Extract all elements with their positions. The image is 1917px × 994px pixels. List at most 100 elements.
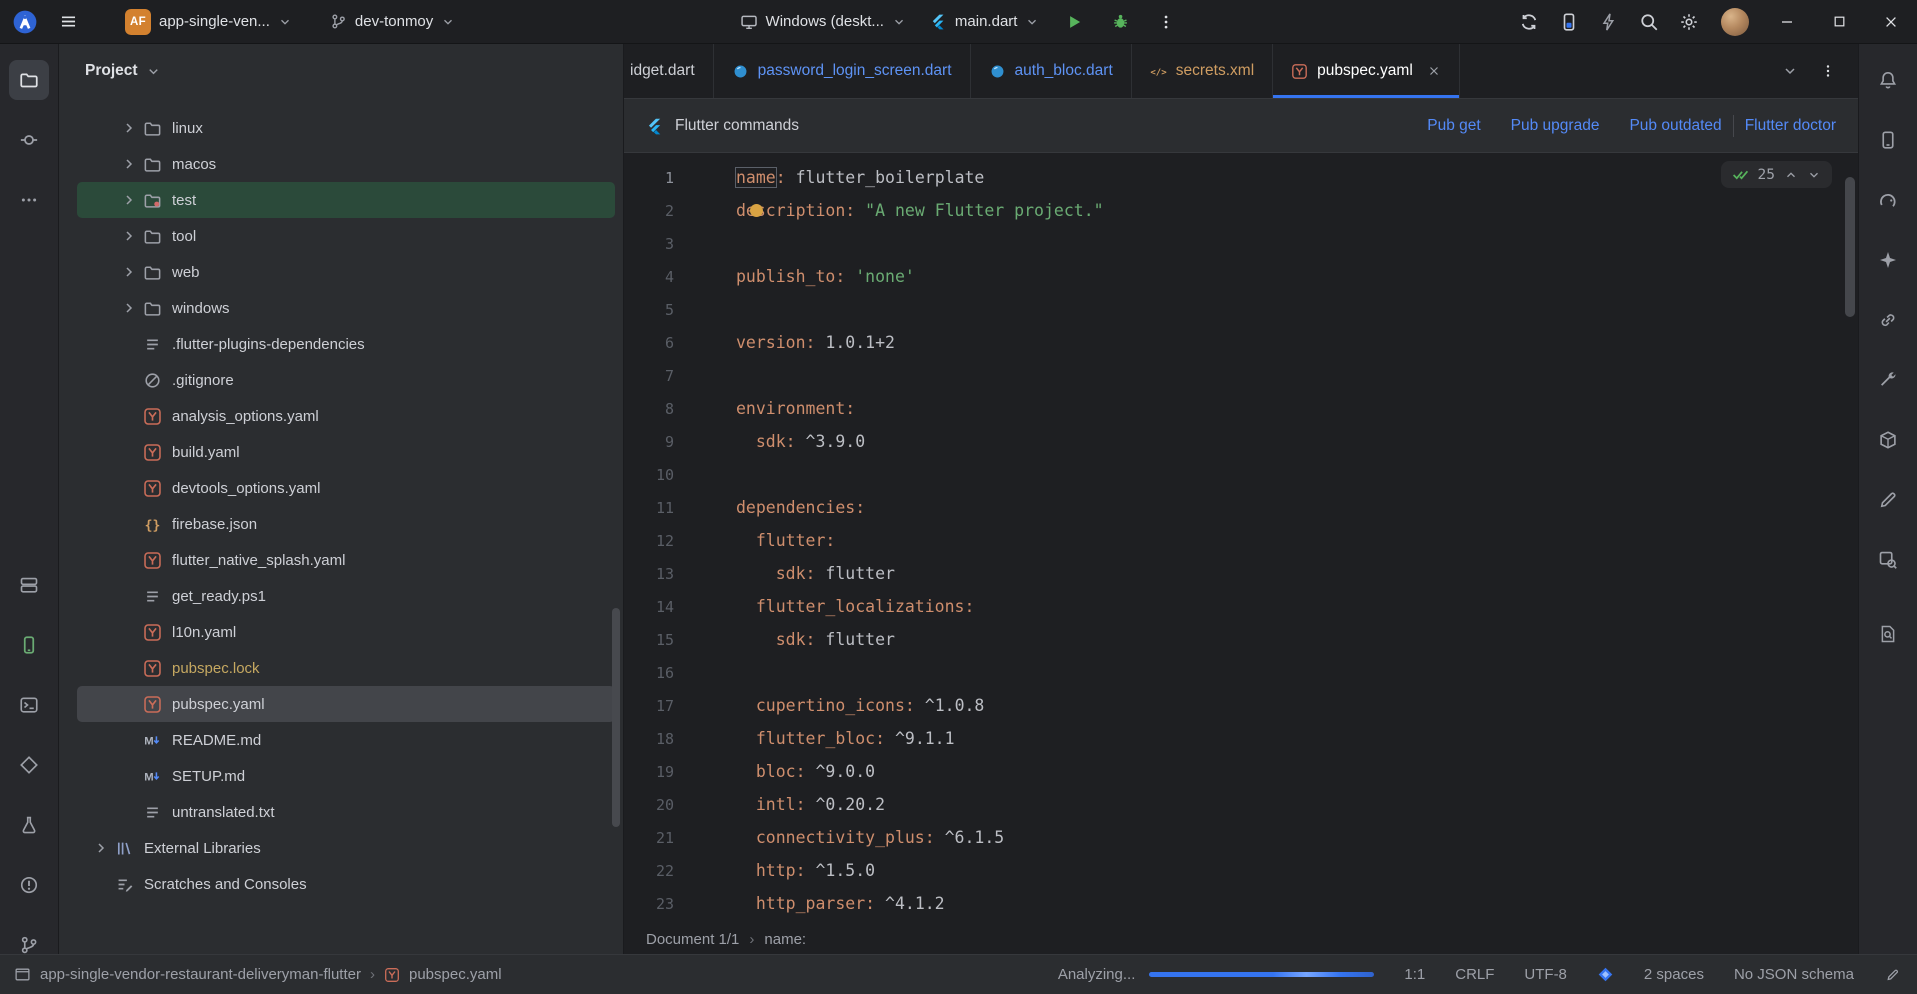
line-ending-widget[interactable]: CRLF — [1455, 966, 1494, 983]
tool-sdk-manager-button[interactable] — [1868, 420, 1908, 460]
banner-link-pub-outdated[interactable]: Pub outdated — [1629, 117, 1721, 135]
settings-button[interactable] — [1669, 2, 1709, 42]
tool-layout-inspector-button[interactable] — [1868, 540, 1908, 580]
project-name: app-single-ven... — [159, 13, 270, 30]
tree-item-devtools-options-yaml[interactable]: devtools_options.yaml — [77, 470, 615, 506]
maximize-button[interactable] — [1813, 0, 1865, 44]
tab-options-button[interactable] — [1820, 63, 1836, 79]
prev-problem-button[interactable] — [1784, 168, 1798, 182]
indent-widget[interactable]: 2 spaces — [1644, 966, 1704, 983]
tool-app-links-assistant-button[interactable] — [1868, 300, 1908, 340]
debug-button[interactable] — [1100, 2, 1140, 42]
tool-build-variants-button[interactable] — [1868, 360, 1908, 400]
tool-running-devices-button[interactable] — [9, 625, 49, 665]
chevron-right-icon[interactable] — [117, 190, 141, 210]
encoding-widget[interactable]: UTF-8 — [1524, 966, 1567, 983]
branch-selector[interactable]: dev-tonmoy — [321, 8, 464, 35]
chevron-right-icon[interactable] — [117, 118, 141, 138]
tool-problems-button[interactable] — [9, 865, 49, 905]
tool-gemini-button[interactable] — [1868, 240, 1908, 280]
tool-tests-button[interactable] — [9, 805, 49, 845]
device-mirror-button[interactable] — [1549, 2, 1589, 42]
code-editor[interactable]: 1name: flutter_boilerplate2description: … — [624, 153, 1858, 924]
status-project-crumb[interactable]: app-single-vendor-restaurant-deliveryman… — [40, 966, 361, 983]
tool-project-button[interactable] — [9, 60, 49, 100]
code-lines: 1name: flutter_boilerplate2description: … — [624, 161, 1858, 920]
breadcrumb-document[interactable]: Document 1/1 — [646, 931, 739, 948]
search-everywhere-button[interactable] — [1629, 2, 1669, 42]
run-config-selector[interactable]: main.dart — [921, 8, 1049, 35]
user-avatar[interactable] — [1721, 8, 1749, 36]
tool-gradle-button[interactable] — [1868, 180, 1908, 220]
project-selector[interactable]: AF app-single-ven... — [116, 4, 301, 40]
chevron-right-icon[interactable] — [117, 226, 141, 246]
close-tab-icon[interactable] — [1427, 64, 1441, 78]
tool-logcat-button[interactable] — [1868, 480, 1908, 520]
tool-terminal-button[interactable] — [9, 685, 49, 725]
tab-password-login-screen-dart[interactable]: password_login_screen.dart — [714, 44, 971, 98]
tree-item-windows[interactable]: windows — [77, 290, 615, 326]
tab-auth-bloc-dart[interactable]: auth_bloc.dart — [971, 44, 1132, 98]
project-panel-header[interactable]: Project — [59, 44, 623, 98]
tree-item-analysis-options-yaml[interactable]: analysis_options.yaml — [77, 398, 615, 434]
tool-commit-button[interactable] — [9, 120, 49, 160]
tool-packages-button[interactable] — [9, 745, 49, 785]
device-selector[interactable]: Windows (deskt... — [731, 8, 915, 36]
tree-item-pubspec-yaml[interactable]: pubspec.yaml — [77, 686, 615, 722]
tree-item-test[interactable]: test — [77, 182, 615, 218]
chevron-right-icon[interactable] — [117, 298, 141, 318]
tree-item-l10n-yaml[interactable]: l10n.yaml — [77, 614, 615, 650]
tree-item-gitignore[interactable]: .gitignore — [77, 362, 615, 398]
tree-item-readme-md[interactable]: MREADME.md — [77, 722, 615, 758]
tree-item-tool[interactable]: tool — [77, 218, 615, 254]
tool-app-quality-insights-button[interactable] — [1868, 614, 1908, 654]
tree-item-flutter-native-splash-yaml[interactable]: flutter_native_splash.yaml — [77, 542, 615, 578]
status-file-crumb[interactable]: pubspec.yaml — [409, 966, 502, 983]
banner-link-flutter-doctor[interactable]: Flutter doctor — [1745, 117, 1836, 135]
dart-analysis-icon[interactable] — [1597, 966, 1614, 983]
next-problem-button[interactable] — [1807, 168, 1821, 182]
tool-device-manager-button[interactable] — [1868, 120, 1908, 160]
chevron-placeholder — [117, 334, 141, 354]
tree-item-web[interactable]: web — [77, 254, 615, 290]
sync-project-button[interactable] — [1509, 2, 1549, 42]
tree-item-untranslated-txt[interactable]: untranslated.txt — [77, 794, 615, 830]
close-button[interactable] — [1865, 0, 1917, 44]
tool-services-button[interactable] — [9, 565, 49, 605]
tree-item-scratches-and-consoles[interactable]: Scratches and Consoles — [77, 866, 615, 902]
profiler-bolt-button[interactable] — [1589, 2, 1629, 42]
editor-scrollbar[interactable] — [1845, 177, 1855, 317]
minimize-button[interactable] — [1761, 0, 1813, 44]
readonly-indicator-icon[interactable] — [1884, 966, 1901, 983]
tab-secrets-xml[interactable]: </>secrets.xml — [1132, 44, 1273, 98]
tree-item-pubspec-lock[interactable]: pubspec.lock — [77, 650, 615, 686]
tree-item-setup-md[interactable]: MSETUP.md — [77, 758, 615, 794]
banner-link-pub-get[interactable]: Pub get — [1427, 117, 1480, 135]
main-menu-button[interactable] — [48, 2, 88, 42]
tool-more-tool-windows-button[interactable] — [9, 180, 49, 220]
tree-item-firebase-json[interactable]: {}firebase.json — [77, 506, 615, 542]
run-button[interactable] — [1054, 2, 1094, 42]
breadcrumb-name[interactable]: name: — [764, 931, 806, 948]
tree-item-linux[interactable]: linux — [77, 110, 615, 146]
tool-notifications-button[interactable] — [1868, 60, 1908, 100]
chevron-right-icon[interactable] — [117, 154, 141, 174]
hidden-tabs-button[interactable] — [1782, 63, 1798, 79]
more-run-actions-button[interactable] — [1146, 2, 1186, 42]
chevron-right-icon[interactable] — [89, 838, 113, 858]
tree-item-macos[interactable]: macos — [77, 146, 615, 182]
tree-item-build-yaml[interactable]: build.yaml — [77, 434, 615, 470]
project-scrollbar[interactable] — [612, 608, 620, 826]
chevron-right-icon[interactable] — [117, 262, 141, 282]
tab-idget-dart[interactable]: idget.dart — [624, 44, 714, 98]
inspections-widget[interactable]: 25 — [1721, 161, 1832, 188]
tree-item-get-ready-ps1[interactable]: get_ready.ps1 — [77, 578, 615, 614]
ide-window: AF app-single-ven... dev-tonmoy Windows … — [0, 0, 1917, 994]
tab-pubspec-yaml[interactable]: pubspec.yaml — [1273, 44, 1460, 98]
caret-position-widget[interactable]: 1:1 — [1404, 966, 1425, 983]
banner-link-pub-upgrade[interactable]: Pub upgrade — [1511, 117, 1600, 135]
window-icon — [14, 966, 31, 983]
json-schema-widget[interactable]: No JSON schema — [1734, 966, 1854, 983]
tree-item-external-libraries[interactable]: External Libraries — [77, 830, 615, 866]
tree-item-flutter-plugins-dependencies[interactable]: .flutter-plugins-dependencies — [77, 326, 615, 362]
